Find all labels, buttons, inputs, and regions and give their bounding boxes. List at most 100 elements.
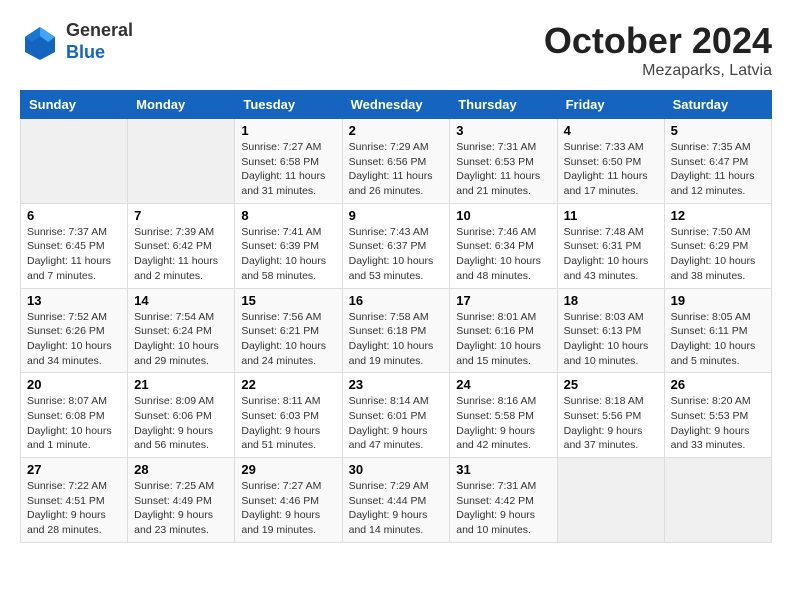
day-info: Sunrise: 7:50 AM Sunset: 6:29 PM Dayligh… [671, 225, 765, 284]
location: Mezaparks, Latvia [544, 62, 772, 80]
calendar-week-3: 13 Sunrise: 7:52 AM Sunset: 6:26 PM Dayli… [21, 288, 772, 373]
calendar-cell: 30 Sunrise: 7:29 AM Sunset: 4:44 PM Dayli… [342, 458, 450, 543]
day-number: 9 [349, 208, 444, 223]
day-info: Sunrise: 7:27 AM Sunset: 6:58 PM Dayligh… [241, 140, 335, 199]
day-info: Sunrise: 8:14 AM Sunset: 6:01 PM Dayligh… [349, 394, 444, 453]
weekday-header-tuesday: Tuesday [235, 91, 342, 119]
weekday-header-thursday: Thursday [450, 91, 557, 119]
day-number: 1 [241, 123, 335, 138]
calendar-cell: 21 Sunrise: 8:09 AM Sunset: 6:06 PM Dayli… [128, 373, 235, 458]
day-number: 19 [671, 293, 765, 308]
day-number: 2 [349, 123, 444, 138]
day-info: Sunrise: 7:48 AM Sunset: 6:31 PM Dayligh… [564, 225, 658, 284]
day-number: 29 [241, 462, 335, 477]
day-number: 12 [671, 208, 765, 223]
day-info: Sunrise: 7:37 AM Sunset: 6:45 PM Dayligh… [27, 225, 121, 284]
day-number: 8 [241, 208, 335, 223]
day-info: Sunrise: 7:31 AM Sunset: 6:53 PM Dayligh… [456, 140, 550, 199]
day-info: Sunrise: 7:41 AM Sunset: 6:39 PM Dayligh… [241, 225, 335, 284]
day-number: 6 [27, 208, 121, 223]
day-info: Sunrise: 8:07 AM Sunset: 6:08 PM Dayligh… [27, 394, 121, 453]
calendar-cell: 18 Sunrise: 8:03 AM Sunset: 6:13 PM Dayli… [557, 288, 664, 373]
calendar-cell: 19 Sunrise: 8:05 AM Sunset: 6:11 PM Dayli… [664, 288, 771, 373]
calendar-cell: 20Sunrise: 8:07 AM Sunset: 6:08 PM Dayli… [21, 373, 128, 458]
calendar-cell [664, 458, 771, 543]
day-number: 28 [134, 462, 228, 477]
day-info: Sunrise: 8:01 AM Sunset: 6:16 PM Dayligh… [456, 310, 550, 369]
logo: General Blue [20, 20, 133, 63]
day-number: 14 [134, 293, 228, 308]
day-number: 30 [349, 462, 444, 477]
calendar-cell: 8 Sunrise: 7:41 AM Sunset: 6:39 PM Daylig… [235, 203, 342, 288]
calendar-week-4: 20Sunrise: 8:07 AM Sunset: 6:08 PM Dayli… [21, 373, 772, 458]
day-number: 27 [27, 462, 121, 477]
calendar-cell: 3 Sunrise: 7:31 AM Sunset: 6:53 PM Daylig… [450, 119, 557, 204]
calendar-cell: 31 Sunrise: 7:31 AM Sunset: 4:42 PM Dayli… [450, 458, 557, 543]
day-number: 10 [456, 208, 550, 223]
day-info: Sunrise: 8:11 AM Sunset: 6:03 PM Dayligh… [241, 394, 335, 453]
day-number: 26 [671, 377, 765, 392]
day-number: 7 [134, 208, 228, 223]
calendar-cell: 16 Sunrise: 7:58 AM Sunset: 6:18 PM Dayli… [342, 288, 450, 373]
calendar-cell [21, 119, 128, 204]
day-info: Sunrise: 7:25 AM Sunset: 4:49 PM Dayligh… [134, 479, 228, 538]
day-number: 17 [456, 293, 550, 308]
day-number: 22 [241, 377, 335, 392]
day-info: Sunrise: 7:22 AM Sunset: 4:51 PM Dayligh… [27, 479, 121, 538]
day-number: 5 [671, 123, 765, 138]
day-info: Sunrise: 7:29 AM Sunset: 6:56 PM Dayligh… [349, 140, 444, 199]
calendar-cell [128, 119, 235, 204]
day-info: Sunrise: 8:09 AM Sunset: 6:06 PM Dayligh… [134, 394, 228, 453]
month-title: October 2024 [544, 20, 772, 62]
day-number: 21 [134, 377, 228, 392]
calendar-cell [557, 458, 664, 543]
day-info: Sunrise: 7:31 AM Sunset: 4:42 PM Dayligh… [456, 479, 550, 538]
calendar-cell: 13 Sunrise: 7:52 AM Sunset: 6:26 PM Dayli… [21, 288, 128, 373]
calendar-week-1: 1 Sunrise: 7:27 AM Sunset: 6:58 PM Daylig… [21, 119, 772, 204]
calendar-week-2: 6 Sunrise: 7:37 AM Sunset: 6:45 PM Daylig… [21, 203, 772, 288]
calendar-cell: 11 Sunrise: 7:48 AM Sunset: 6:31 PM Dayli… [557, 203, 664, 288]
day-info: Sunrise: 7:29 AM Sunset: 4:44 PM Dayligh… [349, 479, 444, 538]
day-info: Sunrise: 8:05 AM Sunset: 6:11 PM Dayligh… [671, 310, 765, 369]
calendar-cell: 23 Sunrise: 8:14 AM Sunset: 6:01 PM Dayli… [342, 373, 450, 458]
weekday-header-saturday: Saturday [664, 91, 771, 119]
calendar-cell: 28 Sunrise: 7:25 AM Sunset: 4:49 PM Dayli… [128, 458, 235, 543]
calendar-cell: 24Sunrise: 8:16 AM Sunset: 5:58 PM Dayli… [450, 373, 557, 458]
day-number: 16 [349, 293, 444, 308]
day-info: Sunrise: 7:56 AM Sunset: 6:21 PM Dayligh… [241, 310, 335, 369]
page-header: General Blue October 2024 Mezaparks, Lat… [20, 20, 772, 80]
day-info: Sunrise: 7:54 AM Sunset: 6:24 PM Dayligh… [134, 310, 228, 369]
day-number: 31 [456, 462, 550, 477]
weekday-header-monday: Monday [128, 91, 235, 119]
logo-icon [20, 22, 60, 62]
calendar-cell: 9 Sunrise: 7:43 AM Sunset: 6:37 PM Daylig… [342, 203, 450, 288]
calendar-cell: 17 Sunrise: 8:01 AM Sunset: 6:16 PM Dayli… [450, 288, 557, 373]
day-number: 23 [349, 377, 444, 392]
day-info: Sunrise: 7:43 AM Sunset: 6:37 PM Dayligh… [349, 225, 444, 284]
day-info: Sunrise: 7:39 AM Sunset: 6:42 PM Dayligh… [134, 225, 228, 284]
calendar-table: SundayMondayTuesdayWednesdayThursdayFrid… [20, 90, 772, 543]
calendar-cell: 12 Sunrise: 7:50 AM Sunset: 6:29 PM Dayli… [664, 203, 771, 288]
day-number: 15 [241, 293, 335, 308]
day-info: Sunrise: 8:16 AM Sunset: 5:58 PM Dayligh… [456, 394, 550, 453]
weekday-header-sunday: Sunday [21, 91, 128, 119]
day-number: 25 [564, 377, 658, 392]
calendar-cell: 26Sunrise: 8:20 AM Sunset: 5:53 PM Dayli… [664, 373, 771, 458]
day-info: Sunrise: 7:58 AM Sunset: 6:18 PM Dayligh… [349, 310, 444, 369]
day-number: 18 [564, 293, 658, 308]
calendar-cell: 2 Sunrise: 7:29 AM Sunset: 6:56 PM Daylig… [342, 119, 450, 204]
calendar-cell: 27 Sunrise: 7:22 AM Sunset: 4:51 PM Dayli… [21, 458, 128, 543]
logo-text: General Blue [66, 20, 133, 63]
day-info: Sunrise: 7:52 AM Sunset: 6:26 PM Dayligh… [27, 310, 121, 369]
calendar-cell: 5Sunrise: 7:35 AM Sunset: 6:47 PM Daylig… [664, 119, 771, 204]
day-number: 11 [564, 208, 658, 223]
day-number: 13 [27, 293, 121, 308]
weekday-header-friday: Friday [557, 91, 664, 119]
day-info: Sunrise: 8:03 AM Sunset: 6:13 PM Dayligh… [564, 310, 658, 369]
day-info: Sunrise: 8:18 AM Sunset: 5:56 PM Dayligh… [564, 394, 658, 453]
calendar-cell: 29Sunrise: 7:27 AM Sunset: 4:46 PM Dayli… [235, 458, 342, 543]
calendar-cell: 6 Sunrise: 7:37 AM Sunset: 6:45 PM Daylig… [21, 203, 128, 288]
day-info: Sunrise: 7:46 AM Sunset: 6:34 PM Dayligh… [456, 225, 550, 284]
day-number: 3 [456, 123, 550, 138]
day-number: 4 [564, 123, 658, 138]
